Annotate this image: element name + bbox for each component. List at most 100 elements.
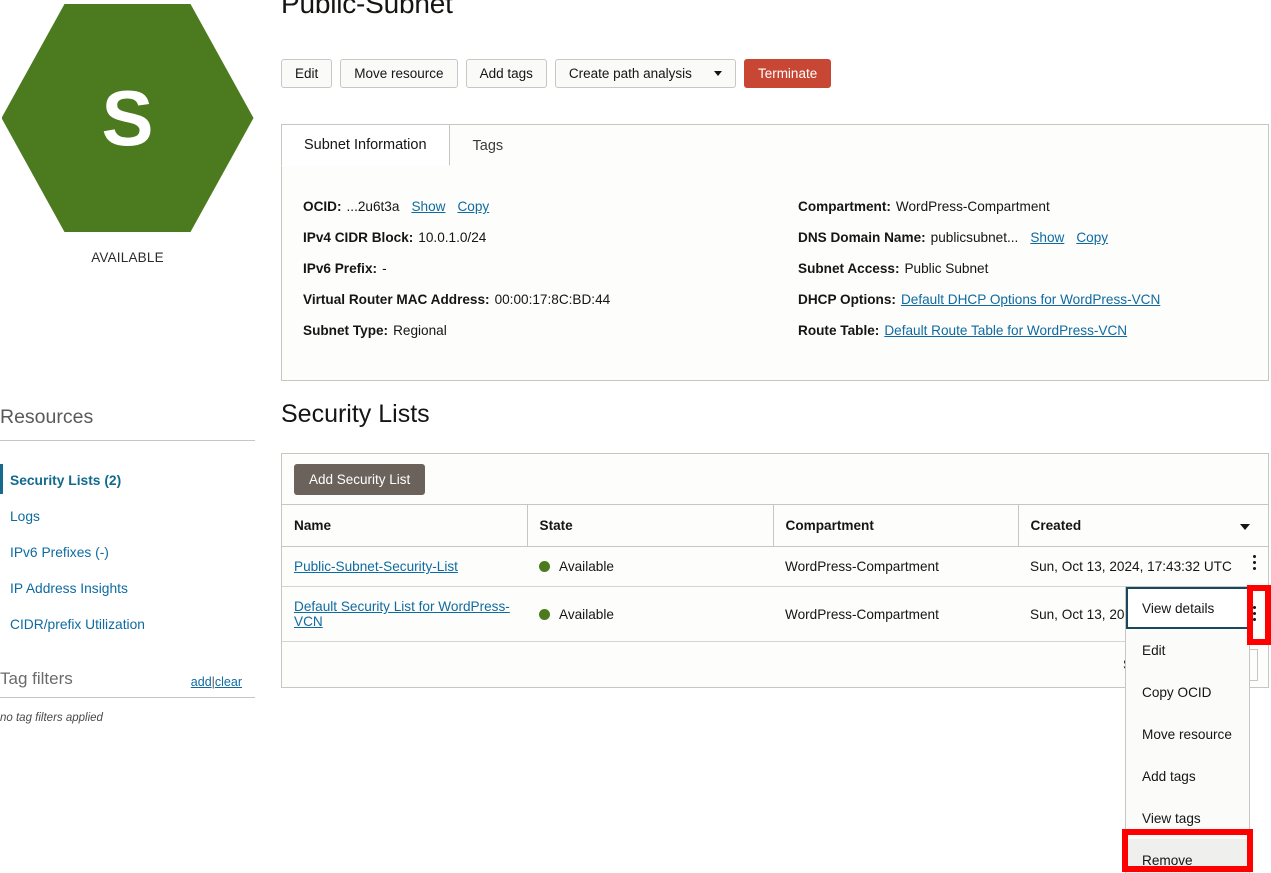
info-value: ...2u6t3a: [347, 199, 400, 214]
sidebar-item-ipv6-prefixes[interactable]: IPv6 Prefixes (-): [0, 534, 255, 570]
column-header-name[interactable]: Name: [282, 505, 527, 547]
sidebar-item-label: IP Address Insights: [10, 581, 128, 596]
info-label: DHCP Options:: [798, 292, 896, 307]
info-value: 10.0.1.0/24: [418, 230, 486, 245]
info-value: publicsubnet...: [931, 230, 1019, 245]
info-label: DNS Domain Name:: [798, 230, 926, 245]
info-row-subnet-access: Subnet Access: Public Subnet: [798, 253, 1247, 284]
info-label: Subnet Type:: [303, 323, 388, 338]
tag-filter-clear-link[interactable]: clear: [215, 675, 242, 689]
menu-item-remove[interactable]: Remove: [1126, 839, 1249, 873]
security-list-link[interactable]: Default Security List for WordPress-VCN: [294, 599, 510, 629]
sidebar-item-security-lists[interactable]: Security Lists (2): [0, 462, 255, 498]
sidebar-item-label: Security Lists (2): [10, 473, 121, 488]
table-row: Public-Subnet-Security-List Available Wo…: [282, 547, 1268, 587]
menu-item-edit[interactable]: Edit: [1126, 629, 1249, 671]
column-header-compartment[interactable]: Compartment: [773, 505, 1018, 547]
info-label: OCID:: [303, 199, 342, 214]
info-row-dns-domain-name: DNS Domain Name: publicsubnet... Show Co…: [798, 222, 1247, 253]
sidebar-item-logs[interactable]: Logs: [0, 498, 255, 534]
sidebar-item-ip-address-insights[interactable]: IP Address Insights: [0, 570, 255, 606]
page-root: S AVAILABLE Resources Security Lists (2)…: [0, 0, 1271, 873]
action-toolbar: Edit Move resource Add tags Create path …: [281, 59, 831, 88]
tab-bar: Subnet Information Tags: [281, 124, 526, 166]
dns-show-link[interactable]: Show: [1030, 230, 1064, 245]
cell-compartment: WordPress-Compartment: [773, 547, 1018, 587]
ocid-copy-link[interactable]: Copy: [457, 199, 489, 214]
tag-filter-actions: add|clear: [191, 675, 242, 689]
main-content: Public-Subnet Edit Move resource Add tag…: [281, 0, 1271, 873]
state-label: Available: [559, 559, 614, 574]
sidebar-item-label: Logs: [10, 509, 40, 524]
dhcp-options-link[interactable]: Default DHCP Options for WordPress-VCN: [901, 292, 1160, 307]
info-label: Subnet Access:: [798, 261, 899, 276]
tag-filters-divider: [0, 697, 255, 698]
menu-item-add-tags[interactable]: Add tags: [1126, 755, 1249, 797]
sort-descending-icon: [1240, 524, 1250, 530]
info-value: WordPress-Compartment: [896, 199, 1050, 214]
info-row-ipv6-prefix: IPv6 Prefix: -: [303, 253, 798, 284]
info-value: -: [382, 261, 387, 276]
info-label: Route Table:: [798, 323, 879, 338]
security-lists-table: Name State Compartment Created Public-Su…: [282, 504, 1268, 642]
add-tags-button[interactable]: Add tags: [466, 59, 547, 88]
edit-button[interactable]: Edit: [281, 59, 332, 88]
cell-state: Available: [527, 587, 773, 642]
add-security-list-button[interactable]: Add Security List: [294, 464, 425, 495]
security-lists-toolbar: Add Security List: [282, 454, 1268, 504]
resources-heading: Resources: [0, 406, 93, 429]
info-row-compartment: Compartment: WordPress-Compartment: [798, 191, 1247, 222]
state-label: Available: [559, 607, 614, 622]
security-list-link[interactable]: Public-Subnet-Security-List: [294, 559, 458, 574]
column-header-created[interactable]: Created: [1018, 505, 1268, 547]
info-row-ipv4-cidr-block: IPv4 CIDR Block: 10.0.1.0/24: [303, 222, 798, 253]
security-lists-heading: Security Lists: [281, 400, 430, 429]
info-row-subnet-type: Subnet Type: Regional: [303, 315, 798, 346]
security-lists-table-card: Add Security List Name State Compartment…: [281, 453, 1269, 688]
sidebar-item-cidr-prefix-utilization[interactable]: CIDR/prefix Utilization: [0, 606, 255, 642]
status-hexagon-wrapper: S: [0, 2, 255, 234]
cell-state: Available: [527, 547, 773, 587]
page-title: Public-Subnet: [281, 0, 453, 20]
info-value: Public Subnet: [904, 261, 988, 276]
cell-name: Public-Subnet-Security-List: [282, 547, 527, 587]
tag-filter-add-link[interactable]: add: [191, 675, 212, 689]
terminate-button[interactable]: Terminate: [744, 59, 831, 88]
create-path-analysis-button[interactable]: Create path analysis: [555, 59, 736, 88]
dns-copy-link[interactable]: Copy: [1076, 230, 1108, 245]
create-path-analysis-label: Create path analysis: [569, 66, 692, 81]
sidebar-item-label: IPv6 Prefixes (-): [10, 545, 109, 560]
tab-tags[interactable]: Tags: [450, 124, 527, 166]
info-label: IPv4 CIDR Block:: [303, 230, 413, 245]
menu-item-move-resource[interactable]: Move resource: [1126, 713, 1249, 755]
tab-label: Tags: [473, 138, 504, 154]
cell-created: Sun, Oct 13, 2024, 17:43:32 UTC: [1018, 547, 1268, 587]
info-row-dhcp-options: DHCP Options: Default DHCP Options for W…: [798, 284, 1247, 315]
resources-list: Security Lists (2) Logs IPv6 Prefixes (-…: [0, 462, 255, 642]
resources-divider: [0, 440, 255, 441]
no-tag-filters-text: no tag filters applied: [0, 712, 103, 724]
sidebar-item-label: CIDR/prefix Utilization: [10, 617, 145, 632]
column-header-label: Created: [1031, 518, 1082, 533]
route-table-link[interactable]: Default Route Table for WordPress-VCN: [884, 323, 1127, 338]
info-value: Regional: [393, 323, 447, 338]
row-context-menu: View details Edit Copy OCID Move resourc…: [1125, 586, 1250, 873]
column-header-state[interactable]: State: [527, 505, 773, 547]
hexagon-letter: S: [101, 79, 153, 157]
tab-subnet-information[interactable]: Subnet Information: [281, 124, 450, 166]
menu-item-view-tags[interactable]: View tags: [1126, 797, 1249, 839]
ocid-show-link[interactable]: Show: [411, 199, 445, 214]
status-badge: AVAILABLE: [0, 250, 255, 265]
info-row-ocid: OCID: ...2u6t3a Show Copy: [303, 191, 798, 222]
tab-label: Subnet Information: [304, 137, 427, 153]
tag-filters-heading: Tag filters: [0, 669, 73, 689]
info-label: Virtual Router MAC Address:: [303, 292, 490, 307]
row-actions-menu-button-1[interactable]: [1243, 555, 1265, 570]
info-row-route-table: Route Table: Default Route Table for Wor…: [798, 315, 1247, 346]
menu-item-copy-ocid[interactable]: Copy OCID: [1126, 671, 1249, 713]
table-row: Default Security List for WordPress-VCN …: [282, 587, 1268, 642]
info-label: Compartment:: [798, 199, 891, 214]
cell-compartment: WordPress-Compartment: [773, 587, 1018, 642]
move-resource-button[interactable]: Move resource: [340, 59, 457, 88]
menu-item-view-details[interactable]: View details: [1126, 587, 1249, 629]
